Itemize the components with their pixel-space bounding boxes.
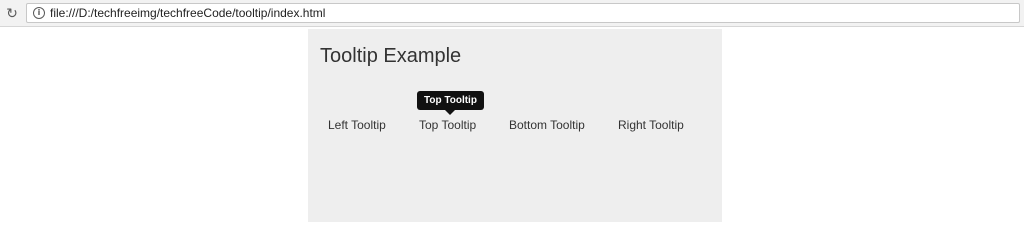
url-text[interactable]: file:///D:/techfreeimg/techfreeCode/tool… <box>50 6 325 21</box>
tooltip-demo-panel: Tooltip Example Top Tooltip Left Tooltip… <box>308 29 722 222</box>
bottom-tooltip-link[interactable]: Bottom Tooltip <box>509 118 585 132</box>
reload-icon[interactable]: ↻ <box>4 5 20 21</box>
top-tooltip-popup: Top Tooltip <box>417 91 484 115</box>
browser-toolbar: ↻ i file:///D:/techfreeimg/techfreeCode/… <box>0 0 1024 27</box>
tooltip-text: Top Tooltip <box>424 95 477 106</box>
address-bar[interactable]: i file:///D:/techfreeimg/techfreeCode/to… <box>26 3 1020 23</box>
tooltip-arrow <box>445 110 456 115</box>
info-icon[interactable]: i <box>33 7 45 19</box>
page-title: Tooltip Example <box>320 45 462 67</box>
left-tooltip-link[interactable]: Left Tooltip <box>328 118 386 132</box>
right-tooltip-link[interactable]: Right Tooltip <box>618 118 684 132</box>
top-tooltip-link[interactable]: Top Tooltip <box>419 118 476 132</box>
